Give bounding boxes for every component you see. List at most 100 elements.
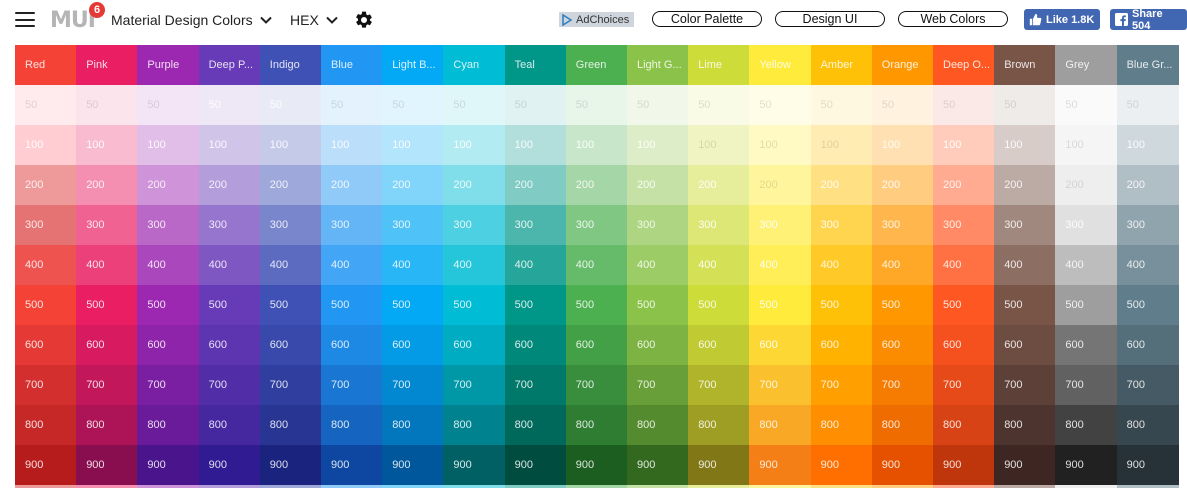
color-swatch-grey-500[interactable]: 500	[1055, 285, 1118, 325]
color-swatch-light-b-700[interactable]: 700	[382, 365, 445, 405]
color-swatch-yellow-100[interactable]: 100	[749, 125, 812, 165]
nav-web-colors[interactable]: Web Colors	[898, 11, 1008, 27]
color-swatch-red-50[interactable]: 50	[15, 85, 77, 125]
color-swatch-light-g-100[interactable]: 100	[627, 125, 689, 165]
color-swatch-light-b-100[interactable]: 100	[382, 125, 445, 165]
color-swatch-cyan-300[interactable]: 300	[443, 205, 506, 245]
color-swatch-orange-50[interactable]: 50	[871, 85, 934, 125]
color-swatch-deep-o-900[interactable]: 900	[933, 445, 995, 485]
color-swatch-deep-o-600[interactable]: 600	[933, 325, 995, 365]
color-swatch-purple-100[interactable]: 100	[137, 125, 200, 165]
color-swatch-purple-700[interactable]: 700	[137, 365, 200, 405]
color-swatch-cyan-700[interactable]: 700	[443, 365, 506, 405]
color-swatch-green-300[interactable]: 300	[565, 205, 628, 245]
color-swatch-teal-500[interactable]: 500	[504, 285, 567, 325]
color-swatch-yellow-200[interactable]: 200	[749, 165, 812, 205]
color-swatch-lime-300[interactable]: 300	[688, 205, 751, 245]
color-header-green[interactable]: Green	[565, 45, 628, 85]
color-swatch-cyan-900[interactable]: 900	[443, 445, 506, 485]
color-swatch-blue-gr-600[interactable]: 600	[1116, 325, 1179, 365]
color-swatch-blue-200[interactable]: 200	[321, 165, 383, 205]
color-swatch-purple-900[interactable]: 900	[137, 445, 200, 485]
color-swatch-light-g-400[interactable]: 400	[627, 245, 689, 285]
color-swatch-grey-900[interactable]: 900	[1055, 445, 1118, 485]
color-header-deep-o[interactable]: Deep O...	[933, 45, 995, 85]
hamburger-menu-icon[interactable]	[15, 12, 35, 27]
color-swatch-red-400[interactable]: 400	[15, 245, 77, 285]
color-swatch-teal-800[interactable]: 800	[504, 405, 567, 445]
color-swatch-deep-p-100[interactable]: 100	[198, 125, 261, 165]
color-swatch-green-800[interactable]: 800	[565, 405, 628, 445]
color-swatch-orange-800[interactable]: 800	[871, 405, 934, 445]
color-swatch-deep-o-200[interactable]: 200	[933, 165, 995, 205]
color-swatch-indigo-500[interactable]: 500	[259, 285, 322, 325]
color-swatch-blue-700[interactable]: 700	[321, 365, 383, 405]
color-swatch-light-g-800[interactable]: 800	[627, 405, 689, 445]
color-swatch-deep-p-700[interactable]: 700	[198, 365, 261, 405]
color-swatch-cyan-400[interactable]: 400	[443, 245, 506, 285]
color-swatch-orange-100[interactable]: 100	[871, 125, 934, 165]
color-swatch-deep-o-800[interactable]: 800	[933, 405, 995, 445]
color-swatch-teal-400[interactable]: 400	[504, 245, 567, 285]
color-swatch-yellow-500[interactable]: 500	[749, 285, 812, 325]
color-swatch-light-g-200[interactable]: 200	[627, 165, 689, 205]
color-header-amber[interactable]: Amber	[810, 45, 873, 85]
color-swatch-lime-800[interactable]: 800	[688, 405, 751, 445]
color-swatch-amber-200[interactable]: 200	[810, 165, 873, 205]
color-swatch-lime-700[interactable]: 700	[688, 365, 751, 405]
color-swatch-deep-p-800[interactable]: 800	[198, 405, 261, 445]
color-swatch-blue-gr-700[interactable]: 700	[1116, 365, 1179, 405]
color-swatch-cyan-600[interactable]: 600	[443, 325, 506, 365]
color-swatch-indigo-200[interactable]: 200	[259, 165, 322, 205]
color-swatch-deep-p-300[interactable]: 300	[198, 205, 261, 245]
color-swatch-teal-300[interactable]: 300	[504, 205, 567, 245]
color-swatch-green-700[interactable]: 700	[565, 365, 628, 405]
color-header-deep-p[interactable]: Deep P...	[198, 45, 261, 85]
color-swatch-orange-900[interactable]: 900	[871, 445, 934, 485]
color-swatch-purple-600[interactable]: 600	[137, 325, 200, 365]
format-dropdown[interactable]: HEX	[290, 10, 339, 30]
color-swatch-grey-400[interactable]: 400	[1055, 245, 1118, 285]
color-swatch-brown-400[interactable]: 400	[994, 245, 1057, 285]
color-header-orange[interactable]: Orange	[871, 45, 934, 85]
color-swatch-purple-50[interactable]: 50	[137, 85, 200, 125]
color-swatch-blue-600[interactable]: 600	[321, 325, 383, 365]
color-swatch-pink-100[interactable]: 100	[76, 125, 139, 165]
color-swatch-indigo-300[interactable]: 300	[259, 205, 322, 245]
color-swatch-light-g-900[interactable]: 900	[627, 445, 689, 485]
color-header-indigo[interactable]: Indigo	[259, 45, 322, 85]
color-swatch-indigo-50[interactable]: 50	[259, 85, 322, 125]
color-swatch-deep-o-100[interactable]: 100	[933, 125, 995, 165]
color-swatch-cyan-100[interactable]: 100	[443, 125, 506, 165]
color-swatch-amber-500[interactable]: 500	[810, 285, 873, 325]
color-swatch-deep-p-900[interactable]: 900	[198, 445, 261, 485]
color-swatch-green-200[interactable]: 200	[565, 165, 628, 205]
color-swatch-green-500[interactable]: 500	[565, 285, 628, 325]
color-swatch-grey-700[interactable]: 700	[1055, 365, 1118, 405]
color-swatch-brown-900[interactable]: 900	[994, 445, 1057, 485]
color-swatch-teal-200[interactable]: 200	[504, 165, 567, 205]
color-swatch-cyan-500[interactable]: 500	[443, 285, 506, 325]
gear-icon[interactable]	[354, 10, 374, 30]
color-swatch-brown-200[interactable]: 200	[994, 165, 1057, 205]
color-swatch-grey-600[interactable]: 600	[1055, 325, 1118, 365]
color-swatch-pink-300[interactable]: 300	[76, 205, 139, 245]
color-swatch-pink-900[interactable]: 900	[76, 445, 139, 485]
color-swatch-blue-gr-800[interactable]: 800	[1116, 405, 1179, 445]
color-swatch-amber-800[interactable]: 800	[810, 405, 873, 445]
color-swatch-green-400[interactable]: 400	[565, 245, 628, 285]
color-swatch-yellow-900[interactable]: 900	[749, 445, 812, 485]
color-swatch-indigo-600[interactable]: 600	[259, 325, 322, 365]
color-swatch-cyan-50[interactable]: 50	[443, 85, 506, 125]
color-header-blue[interactable]: Blue	[321, 45, 383, 85]
color-swatch-light-g-500[interactable]: 500	[627, 285, 689, 325]
color-swatch-deep-p-600[interactable]: 600	[198, 325, 261, 365]
color-swatch-red-700[interactable]: 700	[15, 365, 77, 405]
color-header-red[interactable]: Red	[15, 45, 77, 85]
color-header-teal[interactable]: Teal	[504, 45, 567, 85]
color-swatch-deep-o-300[interactable]: 300	[933, 205, 995, 245]
color-swatch-orange-600[interactable]: 600	[871, 325, 934, 365]
color-swatch-deep-o-400[interactable]: 400	[933, 245, 995, 285]
color-swatch-blue-gr-200[interactable]: 200	[1116, 165, 1179, 205]
color-swatch-grey-200[interactable]: 200	[1055, 165, 1118, 205]
